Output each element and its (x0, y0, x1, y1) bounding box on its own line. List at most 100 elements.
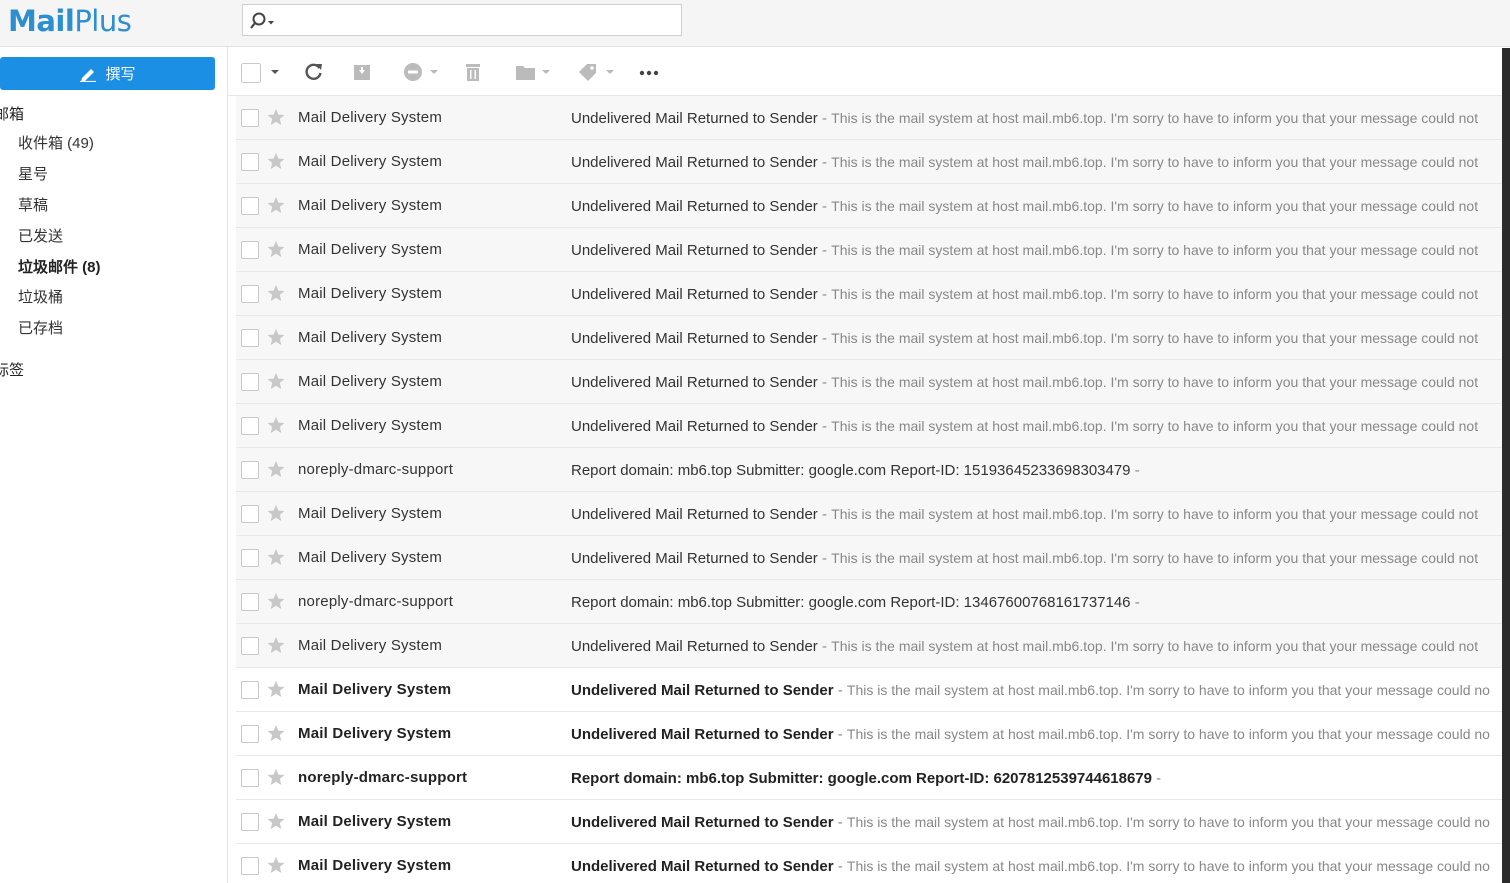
star-icon[interactable] (266, 239, 286, 259)
folder-sent[interactable]: 已发送 (0, 221, 215, 252)
message-subject: Undelivered Mail Returned to Sender (571, 418, 818, 435)
compose-button[interactable]: 撰写 (0, 57, 215, 90)
row-checkbox[interactable] (241, 637, 259, 655)
row-checkbox[interactable] (241, 681, 259, 699)
message-row[interactable]: Mail Delivery System Undelivered Mail Ret… (236, 184, 1502, 228)
row-checkbox[interactable] (241, 373, 259, 391)
message-row[interactable]: noreply-dmarc-support Report domain: mb6.… (236, 580, 1502, 624)
message-row[interactable]: Mail Delivery System Undelivered Mail Ret… (236, 272, 1502, 316)
archive-icon[interactable] (352, 62, 372, 82)
row-checkbox[interactable] (241, 725, 259, 743)
message-row[interactable]: noreply-dmarc-support Report domain: mb6.… (236, 448, 1502, 492)
row-checkbox[interactable] (241, 505, 259, 523)
row-checkbox[interactable] (241, 153, 259, 171)
message-subject: Undelivered Mail Returned to Sender (571, 110, 818, 127)
folder-spam[interactable]: 垃圾邮件 (8) (0, 252, 215, 283)
message-row[interactable]: Mail Delivery System Undelivered Mail Ret… (236, 712, 1502, 756)
row-checkbox[interactable] (241, 593, 259, 611)
message-subject: Undelivered Mail Returned to Sender (571, 638, 818, 655)
message-row[interactable]: Mail Delivery System Undelivered Mail Ret… (236, 316, 1502, 360)
message-row[interactable]: Mail Delivery System Undelivered Mail Ret… (236, 800, 1502, 844)
message-row[interactable]: Mail Delivery System Undelivered Mail Ret… (236, 536, 1502, 580)
row-checkbox[interactable] (241, 769, 259, 787)
block-dropdown-icon[interactable] (430, 70, 438, 74)
subject-separator: - (817, 418, 832, 435)
star-icon[interactable] (266, 415, 286, 435)
star-icon[interactable] (266, 723, 286, 743)
more-icon[interactable] (639, 62, 659, 82)
message-row[interactable]: Mail Delivery System Undelivered Mail Ret… (236, 140, 1502, 184)
message-preview: This is the mail system at host mail.mb6… (831, 638, 1479, 654)
subject-separator: - (817, 550, 832, 567)
message-subject: Undelivered Mail Returned to Sender (571, 330, 818, 347)
star-icon[interactable] (266, 283, 286, 303)
row-checkbox[interactable] (241, 417, 259, 435)
star-icon[interactable] (266, 107, 286, 127)
folder-drafts[interactable]: 草稿 (0, 190, 215, 221)
message-row[interactable]: Mail Delivery System Undelivered Mail Ret… (236, 668, 1502, 712)
star-icon[interactable] (266, 327, 286, 347)
subject-separator: - (1152, 770, 1162, 787)
folder-inbox[interactable]: 收件箱 (49) (0, 128, 215, 159)
message-row[interactable]: Mail Delivery System Undelivered Mail Ret… (236, 228, 1502, 272)
star-icon[interactable] (266, 503, 286, 523)
star-icon[interactable] (266, 635, 286, 655)
labels-heading[interactable]: 标签 (0, 359, 40, 380)
star-icon[interactable] (266, 767, 286, 787)
message-row[interactable]: Mail Delivery System Undelivered Mail Ret… (236, 360, 1502, 404)
folder-trash[interactable]: 垃圾桶 (0, 282, 215, 313)
message-row[interactable]: noreply-dmarc-support Report domain: mb6.… (236, 756, 1502, 800)
message-sender: Mail Delivery System (298, 725, 452, 742)
star-icon[interactable] (266, 459, 286, 479)
message-content: Undelivered Mail Returned to Sender - Th… (571, 140, 1502, 185)
app-logo[interactable]: MailPlus (8, 4, 132, 38)
folder-label: 已发送 (18, 228, 64, 245)
tag-icon[interactable] (577, 62, 599, 82)
refresh-icon[interactable] (304, 62, 324, 82)
subject-separator: - (833, 726, 847, 743)
search-icon[interactable] (249, 11, 277, 31)
tag-dropdown-icon[interactable] (606, 70, 614, 74)
folder-move-icon[interactable] (515, 62, 537, 82)
move-dropdown-icon[interactable] (542, 70, 550, 74)
trash-icon[interactable] (463, 62, 483, 82)
message-row[interactable]: Mail Delivery System Undelivered Mail Ret… (236, 96, 1502, 140)
row-checkbox[interactable] (241, 197, 259, 215)
message-content: Undelivered Mail Returned to Sender - Th… (571, 800, 1502, 845)
select-dropdown-icon[interactable] (270, 68, 280, 88)
star-icon[interactable] (266, 855, 286, 875)
folder-label: 垃圾邮件 (8) (18, 259, 101, 276)
star-icon[interactable] (266, 371, 286, 391)
star-icon[interactable] (266, 811, 286, 831)
star-icon[interactable] (266, 679, 286, 699)
row-checkbox[interactable] (241, 241, 259, 259)
message-row[interactable]: Mail Delivery System Undelivered Mail Ret… (236, 844, 1502, 883)
star-icon[interactable] (266, 591, 286, 611)
folder-starred[interactable]: 星号 (0, 159, 215, 190)
message-row[interactable]: Mail Delivery System Undelivered Mail Ret… (236, 492, 1502, 536)
row-checkbox[interactable] (241, 109, 259, 127)
folder-archive[interactable]: 已存档 (0, 313, 215, 344)
row-checkbox[interactable] (241, 813, 259, 831)
message-content: Undelivered Mail Returned to Sender - Th… (571, 844, 1502, 883)
message-preview: This is the mail system at host mail.mb6… (831, 110, 1479, 126)
row-checkbox[interactable] (241, 857, 259, 875)
message-sender: Mail Delivery System (298, 329, 443, 346)
row-checkbox[interactable] (241, 285, 259, 303)
row-checkbox[interactable] (241, 549, 259, 567)
message-content: Undelivered Mail Returned to Sender - Th… (571, 272, 1502, 317)
message-row[interactable]: Mail Delivery System Undelivered Mail Ret… (236, 404, 1502, 448)
star-icon[interactable] (266, 151, 286, 171)
subject-separator: - (817, 286, 832, 303)
select-all-checkbox[interactable] (241, 63, 261, 83)
row-checkbox[interactable] (241, 329, 259, 347)
search-input[interactable] (281, 9, 675, 33)
block-icon[interactable] (403, 62, 423, 82)
message-preview: This is the mail system at host mail.mb6… (846, 858, 1490, 874)
message-row[interactable]: Mail Delivery System Undelivered Mail Ret… (236, 624, 1502, 668)
star-icon[interactable] (266, 195, 286, 215)
star-icon[interactable] (266, 547, 286, 567)
subject-separator: - (817, 154, 832, 171)
mailbox-heading[interactable]: 邮箱 (0, 103, 40, 124)
row-checkbox[interactable] (241, 461, 259, 479)
